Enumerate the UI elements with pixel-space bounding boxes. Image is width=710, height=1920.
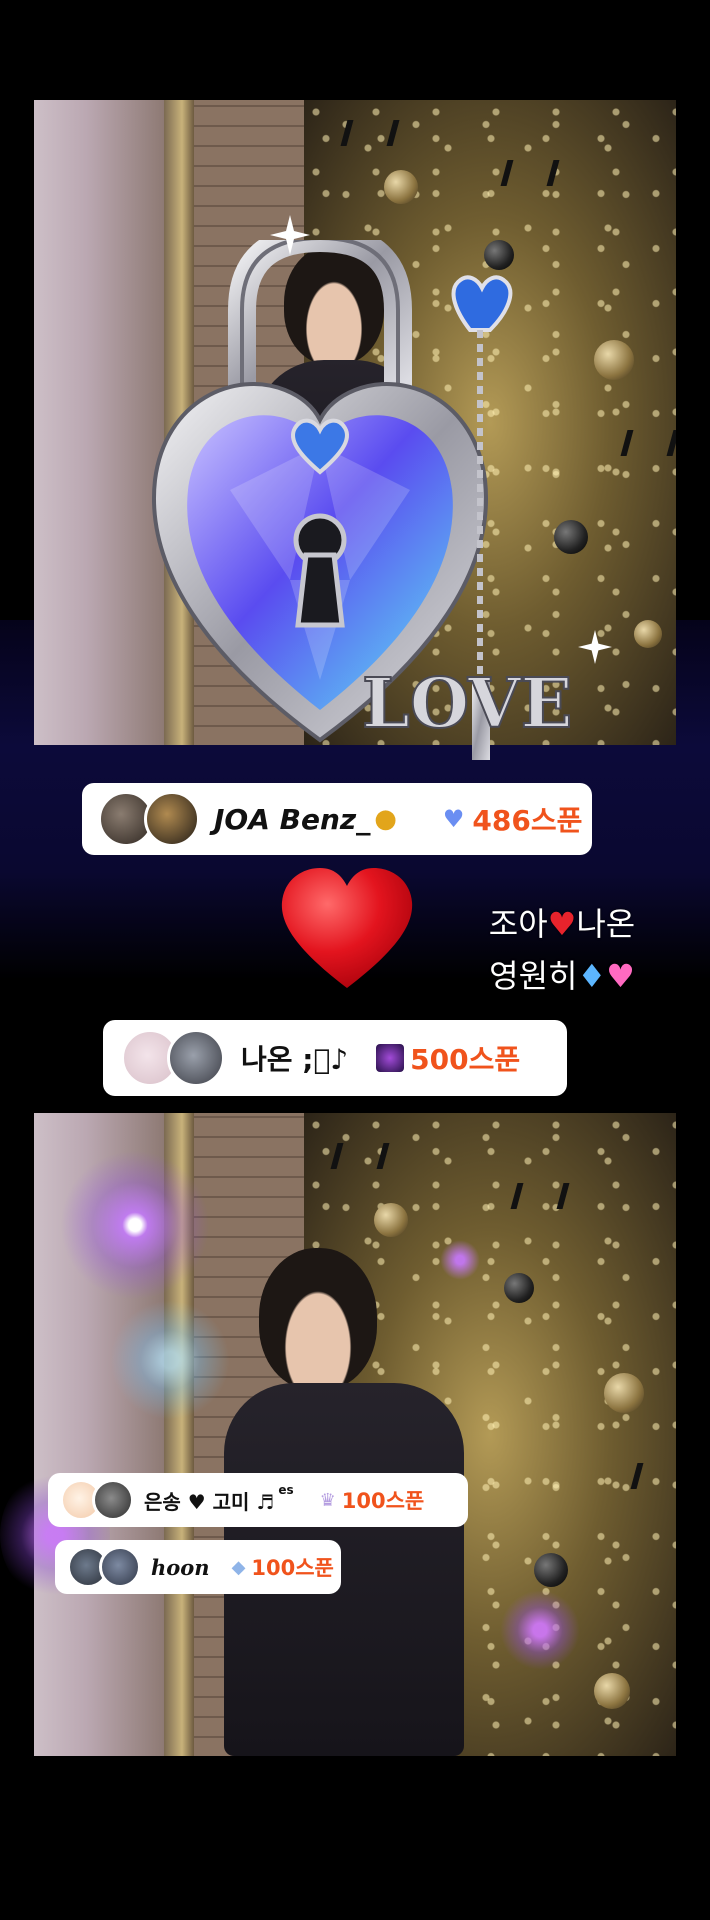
donation-badge[interactable]: 은송 ♥ 고미 ♬ es ♛ 100스푼 (48, 1473, 468, 1527)
crystal-icon: ◆ (231, 1556, 246, 1578)
caption-text: 조아♥나온 영원히♦♥ (462, 898, 662, 1002)
donor-name: JOA Benz_ (214, 802, 371, 836)
ornament (604, 1373, 644, 1413)
ribbon-bow (500, 160, 560, 186)
donor-name: 나온 ;゚♪ (241, 1043, 349, 1076)
bird-icon: ♦ (577, 957, 607, 995)
ornament (384, 170, 418, 204)
red-heart-icon: ♥ (547, 905, 577, 943)
donor-avatar (99, 1546, 141, 1588)
ribbon-bow (630, 1463, 676, 1489)
ribbon-bow (620, 430, 676, 456)
donor-avatar (167, 1029, 225, 1087)
ornament (534, 1553, 568, 1587)
donor-avatar (144, 791, 200, 847)
love-text: LOVE (362, 664, 570, 744)
caption-name-a: 조아 (488, 905, 548, 943)
donation-badge[interactable]: JOA Benz_ ● ♥ 486스푼 (82, 783, 592, 855)
donor-name-suffix: es (278, 1483, 294, 1497)
lock-heart-icon: ♥ (442, 805, 465, 833)
firework-sticker (60, 1150, 210, 1300)
ornament (634, 620, 662, 648)
gold-medal-icon: ● (374, 804, 397, 834)
ornament (374, 1203, 408, 1237)
donation-amount: 486스푼 (472, 804, 583, 837)
ribbon-bow (340, 120, 400, 146)
firework-sticker (500, 1590, 580, 1670)
person-head (259, 1248, 377, 1390)
donor-name: 은송 ♥ 고미 ♬ (144, 1489, 275, 1514)
ribbon-bow (330, 1143, 390, 1169)
crown-icon: ♛ (319, 1489, 336, 1511)
galaxy-icon (376, 1044, 405, 1072)
caption-forever: 영원히 (489, 957, 578, 995)
sparkle-icon (270, 215, 310, 255)
heart-lock-sticker: LOVE (152, 240, 570, 760)
ornament (504, 1273, 534, 1303)
donation-amount: 100스푼 (251, 1556, 334, 1580)
sparkle-icon (578, 630, 612, 664)
pink-heart-icon: ♥ (606, 957, 635, 995)
caption-name-b: 나온 (576, 905, 636, 943)
donation-badge[interactable]: hoon ◆ 100스푼 (55, 1540, 341, 1594)
ribbon-bow (510, 1183, 570, 1209)
donation-amount: 500스푼 (410, 1043, 521, 1076)
donation-badge[interactable]: 나온 ;゚♪ 500스푼 (103, 1020, 567, 1096)
donor-name: hoon (151, 1554, 210, 1580)
red-heart-icon (281, 868, 413, 988)
door (34, 100, 164, 745)
donor-avatar (92, 1479, 134, 1521)
donation-amount: 100스푼 (341, 1489, 425, 1513)
ornament (594, 340, 634, 380)
firework-sticker (110, 1300, 230, 1420)
ornament (594, 1673, 630, 1709)
story-canvas: LOVE JOA Benz_ ● ♥ 486스푼 조아♥나온 영원히♦♥ 나온 … (0, 0, 710, 1920)
firework-sticker (440, 1240, 480, 1280)
